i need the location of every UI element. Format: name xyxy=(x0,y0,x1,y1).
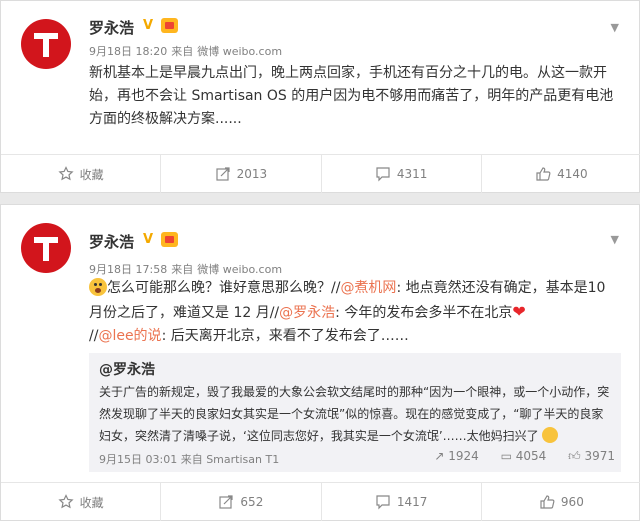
comment-count: 4311 xyxy=(396,167,428,181)
favorite-button[interactable]: 收藏 xyxy=(1,155,162,193)
repost-icon xyxy=(215,166,231,182)
favorite-button[interactable]: 收藏 xyxy=(1,483,162,521)
thumbs-up-icon xyxy=(535,166,551,182)
comment-button[interactable]: 1417 xyxy=(322,483,482,521)
action-bar: 收藏 652 1417 960 xyxy=(1,482,640,521)
reposted-text-body: 关于广告的新规定，毁了我最爱的大象公会软文结尾时的那种“因为一个眼神，或一个小动… xyxy=(99,385,610,443)
post-date[interactable]: 9月18日 17:58 xyxy=(89,263,167,276)
verified-v-icon[interactable]: V xyxy=(143,19,157,33)
chevron-down-icon[interactable]: ▼ xyxy=(611,21,619,34)
author-name[interactable]: 罗永浩 xyxy=(89,231,134,252)
thumbs-up-icon xyxy=(539,494,555,510)
shocked-emoji-icon xyxy=(89,278,107,296)
reposted-content: @罗永浩 关于广告的新规定，毁了我最爱的大象公会软文结尾时的那种“因为一个眼神，… xyxy=(89,353,621,472)
post-source[interactable]: 微博 weibo.com xyxy=(197,263,282,276)
reposted-meta: 9月15日 03:01 来自 Smartisan T1 xyxy=(99,451,279,467)
post-meta: 9月18日 17:58 来自 微博 weibo.com xyxy=(89,261,286,277)
like-count: 960 xyxy=(560,495,584,509)
comment-button[interactable]: 4311 xyxy=(322,155,482,193)
member-badge-icon[interactable] xyxy=(161,232,178,247)
comment-icon xyxy=(375,166,391,182)
source-prefix: 来自 xyxy=(171,263,194,276)
reposted-date[interactable]: 9月15日 03:01 xyxy=(99,453,177,466)
reposted-comment-count: 4054 xyxy=(515,449,547,463)
post-text: 新机基本上是早晨九点出门，晚上两点回家，手机还有百分之十几的电。从这一款开始，再… xyxy=(89,65,614,127)
repost-button[interactable]: 652 xyxy=(161,483,322,521)
crying-emoji-icon xyxy=(542,427,559,443)
reposted-source[interactable]: Smartisan T1 xyxy=(206,453,279,466)
comment-count: 1417 xyxy=(396,495,428,509)
source-prefix: 来自 xyxy=(171,45,194,58)
comment-icon xyxy=(375,494,391,510)
post-source[interactable]: 微博 weibo.com xyxy=(197,45,282,58)
text-segment: : 今年的发布会多半不在北京 xyxy=(335,305,513,321)
verified-v-icon[interactable]: V xyxy=(143,233,157,247)
reposted-repost-button[interactable]: ↗ 1924 xyxy=(434,449,478,463)
star-icon xyxy=(58,166,74,182)
text-segment: : 后天离开北京，来看不了发布会了…… xyxy=(161,328,409,344)
like-button[interactable]: 4140 xyxy=(482,155,640,193)
post-text: 怎么可能那么晚？谁好意思那么晚？//@煮机网: 地点竟然还没有确定，基本是10 … xyxy=(89,277,621,348)
reposted-like-button[interactable]: 👍︎ 3971 xyxy=(568,449,615,464)
post-date[interactable]: 9月18日 18:20 xyxy=(89,45,167,58)
repost-count: 2013 xyxy=(236,167,268,181)
mention-link[interactable]: @lee的说 xyxy=(98,328,161,344)
like-button[interactable]: 960 xyxy=(482,483,640,521)
avatar[interactable] xyxy=(21,19,71,69)
favorite-label: 收藏 xyxy=(79,167,104,182)
member-badge-icon[interactable] xyxy=(161,18,178,33)
star-icon xyxy=(58,494,74,510)
like-count: 4140 xyxy=(557,167,588,181)
text-segment: 怎么可能那么晚？谁好意思那么晚？// xyxy=(107,280,341,296)
reposted-author[interactable]: @罗永浩 xyxy=(99,359,155,379)
mention-link[interactable]: @煮机网 xyxy=(340,280,396,296)
weibo-post-card: 罗永浩 V ▼ 9月18日 17:58 来自 微博 weibo.com 怎么可能那么… xyxy=(0,204,640,521)
reposted-text: 关于广告的新规定，毁了我最爱的大象公会软文结尾时的那种“因为一个眼神，或一个小动… xyxy=(99,381,613,447)
reposted-comment-button[interactable]: ▭ 4054 xyxy=(501,449,547,463)
mention-link[interactable]: @罗永浩 xyxy=(279,305,335,321)
favorite-label: 收藏 xyxy=(79,495,104,510)
avatar[interactable] xyxy=(21,223,71,273)
heart-icon: ❤ xyxy=(512,302,526,321)
repost-count: 652 xyxy=(240,495,264,509)
reposted-repost-count: 1924 xyxy=(448,449,479,463)
chevron-down-icon[interactable]: ▼ xyxy=(611,233,619,246)
reposted-like-count: 3971 xyxy=(584,449,615,463)
action-bar: 收藏 2013 4311 4140 xyxy=(1,154,640,193)
weibo-post-card: 罗永浩 V ▼ 9月18日 18:20 来自 微博 weibo.com 新机基本上是… xyxy=(0,0,640,193)
author-name[interactable]: 罗永浩 xyxy=(89,17,134,38)
reposted-actions: ↗ 1924 ▭ 4054 👍︎ 3971 xyxy=(416,449,615,464)
post-meta: 9月18日 18:20 来自 微博 weibo.com xyxy=(89,43,286,59)
repost-icon xyxy=(218,494,234,510)
source-prefix: 来自 xyxy=(180,453,203,466)
repost-button[interactable]: 2013 xyxy=(161,155,322,193)
